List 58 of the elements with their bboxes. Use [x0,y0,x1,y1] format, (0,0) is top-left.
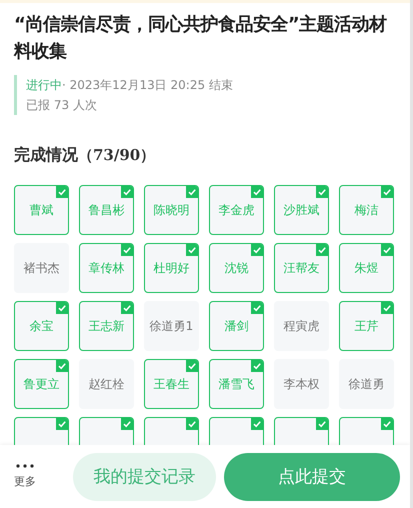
more-button[interactable]: 更多 [14,464,54,489]
check-icon [56,302,68,314]
member-card[interactable]: 陈晓明 [144,185,199,235]
member-card[interactable]: 章传林 [79,243,134,293]
page-title: “尚信崇信尽责，同心共护食品安全”主题活动材料收集 [14,13,388,64]
member-card[interactable]: 汪帮友 [274,243,329,293]
member-card[interactable]: 杜明好 [144,243,199,293]
check-icon [381,302,393,314]
history-button[interactable]: 我的提交记录 [73,452,216,500]
member-card[interactable]: 潘雪飞 [209,359,264,409]
check-icon [121,244,133,256]
check-icon [381,244,393,256]
check-icon [251,244,263,256]
check-icon [186,418,198,430]
report-count: 已报 73 人次 [26,98,97,112]
member-card[interactable]: 徐道勇1 [144,301,199,351]
deadline-text: · 2023年12月13日 20:25 结束 [62,78,233,92]
member-card[interactable]: 朱煜 [339,243,394,293]
member-card[interactable]: 沈锐 [209,243,264,293]
member-card[interactable]: 褚书杰 [14,243,69,293]
check-icon [316,244,328,256]
check-icon [186,244,198,256]
member-card[interactable]: 王芹 [339,301,394,351]
member-card[interactable]: 王春生 [144,359,199,409]
member-card[interactable]: 王志新 [79,301,134,351]
submit-button[interactable]: 点此提交 [224,452,400,500]
check-icon [251,302,263,314]
check-icon [56,186,68,198]
check-icon [316,186,328,198]
member-card[interactable]: 赵红栓 [79,359,134,409]
member-card[interactable]: 徐道勇 [339,359,394,409]
more-icon [15,464,35,468]
check-icon [186,186,198,198]
check-icon [121,186,133,198]
check-icon [381,186,393,198]
check-icon [56,418,68,430]
member-card[interactable]: 李本权 [274,359,329,409]
member-card[interactable]: 余宝 [14,301,69,351]
member-card[interactable]: 梅洁 [339,185,394,235]
member-card[interactable]: 鲁昌彬 [79,185,134,235]
check-icon [381,418,393,430]
check-icon [56,360,68,372]
check-icon [121,418,133,430]
member-card[interactable]: 潘剑 [209,301,264,351]
check-icon [121,302,133,314]
member-card[interactable]: 曹斌 [14,185,69,235]
member-card[interactable]: 程寅虎 [274,301,329,351]
check-icon [186,360,198,372]
member-card[interactable]: 鲁更立 [14,359,69,409]
member-card[interactable]: 李金虎 [209,185,264,235]
completion-count: （73/90） [78,146,156,165]
member-card[interactable]: 沙胜斌 [274,185,329,235]
check-icon [316,418,328,430]
check-icon [251,418,263,430]
status-text: 进行中 [26,78,62,92]
section-title: 完成情况 [14,145,78,166]
check-icon [251,360,263,372]
check-icon [251,186,263,198]
